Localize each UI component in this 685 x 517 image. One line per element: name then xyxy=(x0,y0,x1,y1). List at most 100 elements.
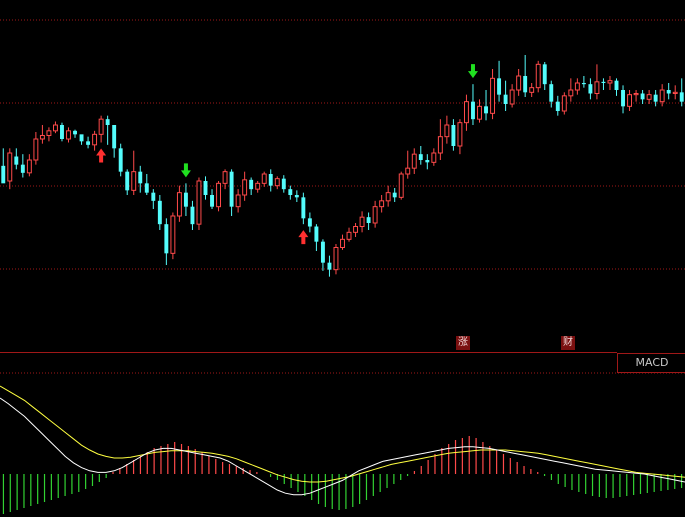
candle-body xyxy=(359,216,365,228)
candle-body xyxy=(509,89,515,105)
candle-body xyxy=(366,217,371,223)
candle xyxy=(125,169,130,195)
candle-body xyxy=(92,133,98,146)
candle xyxy=(411,148,417,174)
candlestick-series[interactable] xyxy=(1,55,684,277)
candle xyxy=(646,90,652,104)
candle xyxy=(176,185,182,222)
candle-body xyxy=(535,63,541,89)
candle xyxy=(255,181,261,193)
candle-body xyxy=(379,200,385,208)
candle xyxy=(405,150,411,179)
candle xyxy=(327,255,332,277)
candle xyxy=(372,200,378,228)
candle xyxy=(607,76,613,90)
candle-body xyxy=(222,171,228,184)
candle xyxy=(210,189,214,209)
candle-body xyxy=(26,159,32,174)
candle-body xyxy=(646,94,652,100)
candle xyxy=(301,192,306,225)
candle-body xyxy=(301,197,306,219)
candle-body xyxy=(490,77,496,114)
candle-body xyxy=(66,130,71,140)
candle-body xyxy=(555,101,560,111)
candle-body xyxy=(398,173,404,198)
candle-body xyxy=(314,226,319,242)
candle xyxy=(471,84,475,125)
candle-body xyxy=(216,182,222,208)
candle-body xyxy=(497,78,502,95)
candle xyxy=(196,177,202,230)
candle xyxy=(86,136,91,149)
event-badge-rise[interactable]: 涨 xyxy=(456,336,470,350)
candle-body xyxy=(190,206,195,225)
candle-body xyxy=(86,141,91,145)
candle xyxy=(581,76,586,88)
candle-body xyxy=(607,80,613,84)
candle-body xyxy=(7,152,13,182)
candle-body xyxy=(229,171,234,207)
candle xyxy=(333,244,339,275)
candle-body xyxy=(568,89,574,97)
candle-body xyxy=(372,206,378,224)
candle xyxy=(621,85,625,114)
candle xyxy=(261,171,267,187)
candle xyxy=(249,177,254,195)
candle-body xyxy=(477,105,482,120)
candle xyxy=(66,127,71,143)
event-badge-finance[interactable]: 财 xyxy=(561,336,575,350)
candle-body xyxy=(151,192,156,201)
candle-body xyxy=(33,138,39,161)
candle-body xyxy=(52,124,58,132)
candle xyxy=(281,175,286,193)
candle-body xyxy=(1,165,6,184)
candle xyxy=(437,119,443,160)
candle-body xyxy=(79,134,84,142)
candle xyxy=(46,127,52,142)
chart-canvas[interactable] xyxy=(0,0,685,517)
candle-body xyxy=(561,95,567,112)
candle-body xyxy=(444,124,450,138)
candle xyxy=(26,154,32,177)
candle xyxy=(144,174,149,195)
indicator-tab-macd[interactable]: MACD xyxy=(617,353,685,373)
candle-body xyxy=(288,189,293,195)
panel-divider xyxy=(0,352,617,353)
candle xyxy=(118,143,123,177)
candle-body xyxy=(431,152,437,163)
candle-body xyxy=(176,192,182,217)
candle xyxy=(170,212,176,260)
candle-body xyxy=(255,182,261,190)
candle xyxy=(79,134,84,145)
candle xyxy=(601,78,606,90)
candle-body xyxy=(249,179,254,190)
candle xyxy=(60,122,64,142)
candle xyxy=(39,125,45,144)
candle xyxy=(229,169,234,216)
macd-panel[interactable] xyxy=(0,385,685,514)
candle-body xyxy=(353,226,359,233)
candle xyxy=(183,183,188,216)
candle xyxy=(627,90,633,111)
candle-body xyxy=(164,224,169,254)
macd-dif-line xyxy=(0,397,685,496)
candle xyxy=(574,78,580,95)
candle-body xyxy=(549,84,554,102)
candle xyxy=(425,154,430,170)
candle xyxy=(484,90,488,121)
candle xyxy=(497,60,502,102)
candle xyxy=(366,212,371,230)
candle-body xyxy=(138,171,143,184)
candle xyxy=(503,80,508,111)
candle xyxy=(98,115,104,143)
candle-body xyxy=(425,160,430,163)
candle xyxy=(561,92,567,115)
candle-body xyxy=(105,119,110,125)
candle-body xyxy=(196,180,202,225)
candle xyxy=(157,195,162,230)
candle-body xyxy=(405,167,411,175)
candle-body xyxy=(666,90,671,94)
candle-body xyxy=(614,80,619,90)
candle xyxy=(529,83,535,97)
candle-body xyxy=(98,118,104,135)
